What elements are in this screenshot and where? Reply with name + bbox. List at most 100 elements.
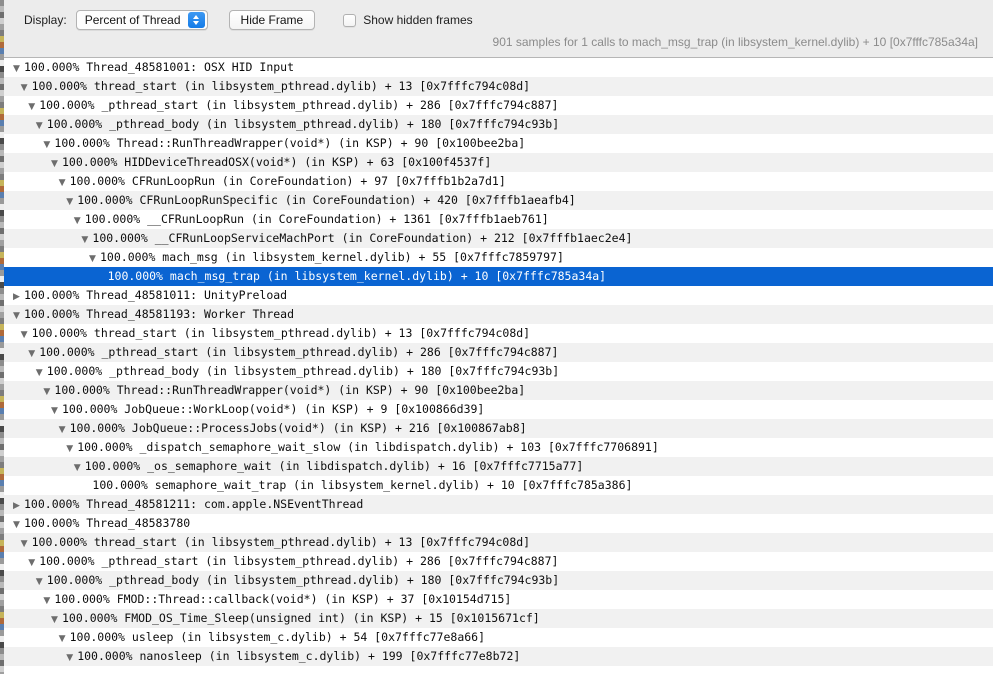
hide-frame-button[interactable]: Hide Frame: [228, 10, 316, 30]
panel-edge-strip: [0, 0, 4, 674]
tree-row[interactable]: ▼ 100.000% _pthread_body (in libsystem_pt…: [4, 571, 993, 590]
disclosure-expanded-icon[interactable]: ▼: [21, 535, 32, 552]
tree-row[interactable]: ▼ 100.000% JobQueue::WorkLoop(void*) (in …: [4, 400, 993, 419]
disclosure-expanded-icon[interactable]: ▼: [59, 174, 70, 191]
tree-row[interactable]: ▼ 100.000% _os_semaphore_wait (in libdisp…: [4, 457, 993, 476]
disclosure-expanded-icon[interactable]: ▼: [28, 98, 39, 115]
tree-row[interactable]: ▼ 100.000% HIDDeviceThreadOSX(void*) (in …: [4, 153, 993, 172]
disclosure-expanded-icon[interactable]: ▼: [74, 459, 85, 476]
disclosure-expanded-icon[interactable]: ▼: [66, 193, 77, 210]
disclosure-collapsed-icon[interactable]: ▶: [13, 497, 24, 514]
tree-row-text: 100.000% _pthread_body (in libsystem_pth…: [46, 364, 560, 378]
disclosure-expanded-icon[interactable]: ▼: [59, 630, 70, 647]
disclosure-expanded-icon[interactable]: ▼: [51, 155, 62, 172]
disclosure-expanded-icon[interactable]: ▼: [43, 136, 54, 153]
disclosure-expanded-icon[interactable]: ▼: [21, 326, 32, 343]
tree-row-text: 100.000% Thread::RunThreadWrapper(void*)…: [54, 136, 526, 150]
toolbar: Display: Percent of Thread Hide Frame Sh…: [4, 0, 993, 58]
tree-row[interactable]: ▼ 100.000% FMOD_OS_Time_Sleep(unsigned in…: [4, 609, 993, 628]
tree-row[interactable]: ▼ 100.000% __CFRunLoopServiceMachPort (in…: [4, 229, 993, 248]
tree-row[interactable]: ▼ 100.000% mach_msg (in libsystem_kernel.…: [4, 248, 993, 267]
tree-row[interactable]: ▼ 100.000% CFRunLoopRunSpecific (in CoreF…: [4, 191, 993, 210]
tree-row[interactable]: ▶ 100.000% Thread_48581011: UnityPreload: [4, 286, 993, 305]
tree-row[interactable]: ▼ 100.000% _pthread_body (in libsystem_pt…: [4, 115, 993, 134]
tree-row-text: 100.000% __CFRunLoopRun (in CoreFoundati…: [84, 212, 549, 226]
tree-row[interactable]: ▼ 100.000% thread_start (in libsystem_pth…: [4, 324, 993, 343]
disclosure-expanded-icon[interactable]: ▼: [59, 421, 70, 438]
tree-row[interactable]: 100.000% mach_msg_trap (in libsystem_ker…: [4, 267, 993, 286]
tree-row[interactable]: ▼ 100.000% thread_start (in libsystem_pth…: [4, 533, 993, 552]
toolbar-controls: Display: Percent of Thread Hide Frame Sh…: [4, 8, 473, 32]
disclosure-collapsed-icon[interactable]: ▶: [13, 288, 24, 305]
disclosure-expanded-icon[interactable]: ▼: [13, 60, 24, 77]
checkbox-box[interactable]: [343, 13, 357, 27]
disclosure-expanded-icon[interactable]: ▼: [74, 212, 85, 229]
tree-row-text: 100.000% mach_msg (in libsystem_kernel.d…: [100, 250, 564, 264]
disclosure-expanded-icon[interactable]: ▼: [51, 402, 62, 419]
tree-row-text: 100.000% __CFRunLoopServiceMachPort (in …: [92, 231, 633, 245]
tree-row-text: 100.000% CFRunLoopRunSpecific (in CoreFo…: [77, 193, 576, 207]
tree-row-text: 100.000% Thread_48581193: Worker Thread: [24, 307, 295, 321]
call-tree-list[interactable]: ▼ 100.000% Thread_48581001: OSX HID Input…: [4, 58, 993, 674]
show-hidden-frames-label: Show hidden frames: [363, 13, 473, 27]
tree-row-text: 100.000% _pthread_body (in libsystem_pth…: [46, 573, 560, 587]
tree-row[interactable]: ▼ 100.000% Thread_48581193: Worker Thread: [4, 305, 993, 324]
tree-row[interactable]: ▼ 100.000% FMOD::Thread::callback(void*) …: [4, 590, 993, 609]
show-hidden-frames-checkbox[interactable]: Show hidden frames: [343, 13, 473, 27]
disclosure-expanded-icon[interactable]: ▼: [28, 345, 39, 362]
samples-summary: 901 samples for 1 calls to mach_msg_trap…: [492, 35, 978, 49]
tree-row-text: 100.000% Thread_48583780: [24, 516, 191, 530]
tree-row[interactable]: ▼ 100.000% Thread_48583780: [4, 514, 993, 533]
display-mode-value: Percent of Thread: [84, 13, 181, 27]
tree-row-text: 100.000% Thread::RunThreadWrapper(void*)…: [54, 383, 526, 397]
display-label: Display:: [24, 13, 67, 27]
disclosure-expanded-icon[interactable]: ▼: [43, 592, 54, 609]
tree-row[interactable]: ▼ 100.000% Thread_48581001: OSX HID Input: [4, 58, 993, 77]
tree-row[interactable]: ▼ 100.000% _dispatch_semaphore_wait_slow …: [4, 438, 993, 457]
disclosure-expanded-icon[interactable]: ▼: [13, 307, 24, 324]
tree-row[interactable]: ▼ 100.000% _pthread_start (in libsystem_p…: [4, 552, 993, 571]
disclosure-expanded-icon[interactable]: ▼: [51, 611, 62, 628]
tree-row-text: 100.000% _dispatch_semaphore_wait_slow (…: [77, 440, 659, 454]
disclosure-expanded-icon[interactable]: ▼: [43, 383, 54, 400]
tree-row[interactable]: ▼ 100.000% CFRunLoopRun (in CoreFoundatio…: [4, 172, 993, 191]
display-mode-select[interactable]: Percent of Thread: [75, 10, 208, 30]
tree-row[interactable]: ▼ 100.000% _pthread_body (in libsystem_pt…: [4, 362, 993, 381]
tree-row-text: 100.000% HIDDeviceThreadOSX(void*) (in K…: [62, 155, 492, 169]
tree-row-text: 100.000% FMOD::Thread::callback(void*) (…: [54, 592, 512, 606]
disclosure-expanded-icon[interactable]: ▼: [36, 117, 47, 134]
disclosure-expanded-icon[interactable]: ▼: [66, 649, 77, 666]
tree-row[interactable]: ▼ 100.000% JobQueue::ProcessJobs(void*) (…: [4, 419, 993, 438]
disclosure-expanded-icon[interactable]: ▼: [36, 573, 47, 590]
tree-row[interactable]: ▼ 100.000% _pthread_start (in libsystem_p…: [4, 96, 993, 115]
tree-row[interactable]: 100.000% semaphore_wait_trap (in libsyst…: [4, 476, 993, 495]
tree-row-text: 100.000% FMOD_OS_Time_Sleep(unsigned int…: [62, 611, 540, 625]
disclosure-expanded-icon[interactable]: ▼: [66, 440, 77, 457]
chevron-updown-icon: [187, 12, 205, 28]
tree-row[interactable]: ▼ 100.000% __CFRunLoopRun (in CoreFoundat…: [4, 210, 993, 229]
tree-row-text: 100.000% _pthread_start (in libsystem_pt…: [39, 554, 559, 568]
disclosure-expanded-icon[interactable]: ▼: [13, 516, 24, 533]
tree-row[interactable]: ▼ 100.000% Thread::RunThreadWrapper(void*…: [4, 134, 993, 153]
disclosure-expanded-icon[interactable]: ▼: [89, 250, 100, 267]
disclosure-expanded-icon[interactable]: ▼: [28, 554, 39, 571]
tree-row-text: 100.000% Thread_48581001: OSX HID Input: [24, 60, 295, 74]
tree-row-text: 100.000% Thread_48581211: com.apple.NSEv…: [24, 497, 364, 511]
tree-row[interactable]: ▼ 100.000% usleep (in libsystem_c.dylib) …: [4, 628, 993, 647]
tree-row-text: 100.000% _os_semaphore_wait (in libdispa…: [84, 459, 584, 473]
tree-row[interactable]: ▼ 100.000% thread_start (in libsystem_pth…: [4, 77, 993, 96]
call-tree-panel: Display: Percent of Thread Hide Frame Sh…: [0, 0, 993, 674]
tree-row-text: 100.000% _pthread_start (in libsystem_pt…: [39, 98, 559, 112]
disclosure-expanded-icon[interactable]: ▼: [21, 79, 32, 96]
tree-row-text: 100.000% CFRunLoopRun (in CoreFoundation…: [69, 174, 506, 188]
tree-row-text: 100.000% thread_start (in libsystem_pthr…: [31, 79, 531, 93]
tree-row-text: 100.000% nanosleep (in libsystem_c.dylib…: [77, 649, 521, 663]
tree-row-text: 100.000% semaphore_wait_trap (in libsyst…: [92, 478, 633, 492]
tree-row[interactable]: ▶ 100.000% Thread_48581211: com.apple.NSE…: [4, 495, 993, 514]
tree-row-text: 100.000% thread_start (in libsystem_pthr…: [31, 535, 531, 549]
tree-row[interactable]: ▼ 100.000% nanosleep (in libsystem_c.dyli…: [4, 647, 993, 666]
disclosure-expanded-icon[interactable]: ▼: [81, 231, 92, 248]
tree-row[interactable]: ▼ 100.000% Thread::RunThreadWrapper(void*…: [4, 381, 993, 400]
tree-row[interactable]: ▼ 100.000% _pthread_start (in libsystem_p…: [4, 343, 993, 362]
disclosure-expanded-icon[interactable]: ▼: [36, 364, 47, 381]
